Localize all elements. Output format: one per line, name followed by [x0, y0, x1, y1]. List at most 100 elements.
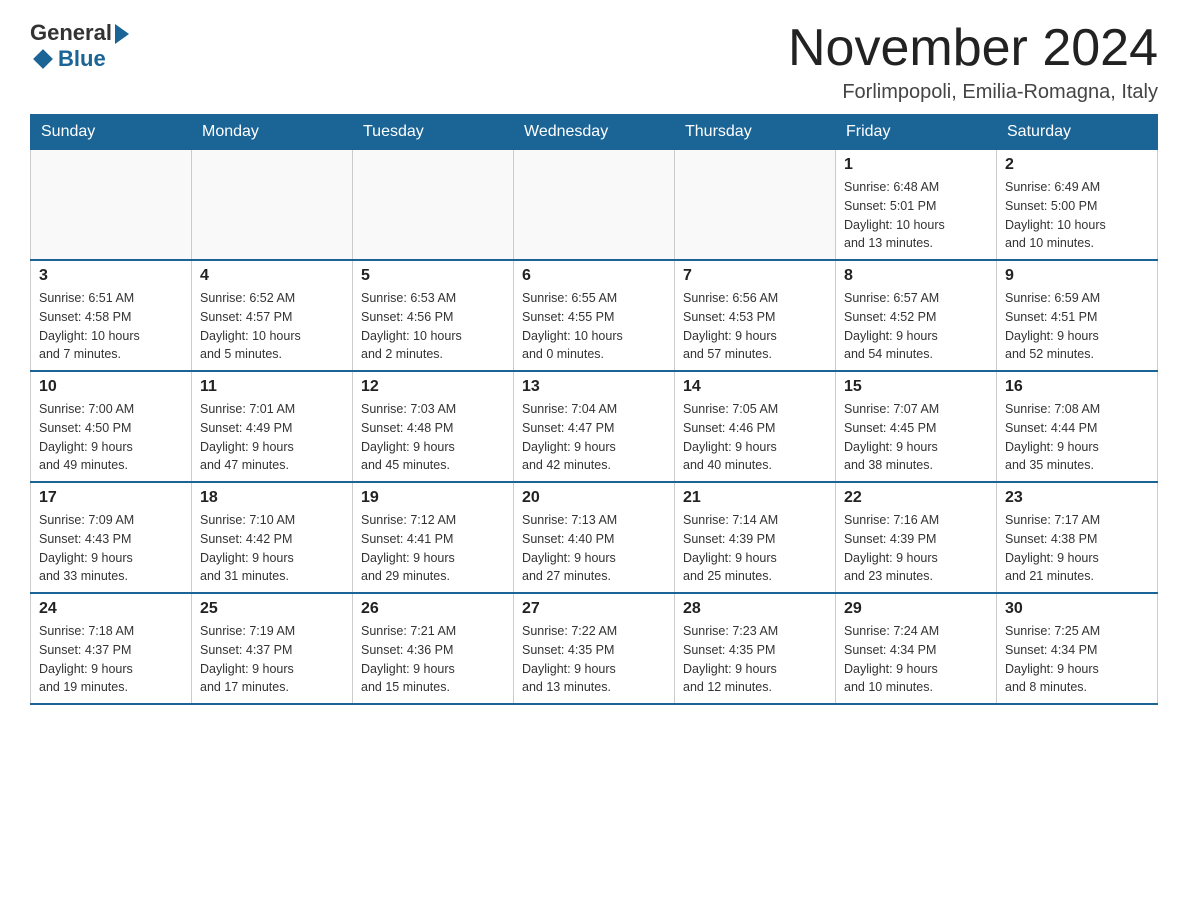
calendar-cell [192, 150, 353, 261]
header-friday: Friday [836, 115, 997, 150]
calendar-cell: 14 Sunrise: 7:05 AM Sunset: 4:46 PM Dayli… [675, 371, 836, 482]
calendar-cell: 21 Sunrise: 7:14 AM Sunset: 4:39 PM Dayli… [675, 482, 836, 593]
day-number: 28 [683, 600, 827, 618]
day-info: Sunrise: 7:09 AM Sunset: 4:43 PM Dayligh… [39, 511, 183, 586]
calendar-cell: 4 Sunrise: 6:52 AM Sunset: 4:57 PM Daylig… [192, 260, 353, 371]
day-number: 3 [39, 267, 183, 285]
calendar-cell [675, 150, 836, 261]
month-title: November 2024 [788, 20, 1158, 77]
day-number: 21 [683, 489, 827, 507]
calendar-cell: 20 Sunrise: 7:13 AM Sunset: 4:40 PM Dayli… [514, 482, 675, 593]
day-info: Sunrise: 7:01 AM Sunset: 4:49 PM Dayligh… [200, 400, 344, 475]
day-info: Sunrise: 7:05 AM Sunset: 4:46 PM Dayligh… [683, 400, 827, 475]
day-number: 14 [683, 378, 827, 396]
calendar-cell: 24 Sunrise: 7:18 AM Sunset: 4:37 PM Dayli… [31, 593, 192, 704]
day-info: Sunrise: 7:17 AM Sunset: 4:38 PM Dayligh… [1005, 511, 1149, 586]
calendar-header-row: SundayMondayTuesdayWednesdayThursdayFrid… [31, 115, 1158, 150]
calendar-cell: 11 Sunrise: 7:01 AM Sunset: 4:49 PM Dayli… [192, 371, 353, 482]
calendar-cell [353, 150, 514, 261]
calendar-cell: 8Sunrise: 6:57 AM Sunset: 4:52 PM Daylig… [836, 260, 997, 371]
calendar-cell [514, 150, 675, 261]
calendar-cell: 25 Sunrise: 7:19 AM Sunset: 4:37 PM Dayli… [192, 593, 353, 704]
day-number: 7 [683, 267, 827, 285]
calendar-cell: 13 Sunrise: 7:04 AM Sunset: 4:47 PM Dayli… [514, 371, 675, 482]
day-number: 4 [200, 267, 344, 285]
header-sunday: Sunday [31, 115, 192, 150]
day-number: 18 [200, 489, 344, 507]
calendar-week-row: 17Sunrise: 7:09 AM Sunset: 4:43 PM Dayli… [31, 482, 1158, 593]
calendar-cell: 18 Sunrise: 7:10 AM Sunset: 4:42 PM Dayli… [192, 482, 353, 593]
day-number: 24 [39, 600, 183, 618]
calendar-week-row: 1 Sunrise: 6:48 AM Sunset: 5:01 PM Daylig… [31, 150, 1158, 261]
calendar-cell: 9 Sunrise: 6:59 AM Sunset: 4:51 PM Daylig… [997, 260, 1158, 371]
calendar-week-row: 24 Sunrise: 7:18 AM Sunset: 4:37 PM Dayli… [31, 593, 1158, 704]
day-number: 11 [200, 378, 344, 396]
day-info: Sunrise: 7:08 AM Sunset: 4:44 PM Dayligh… [1005, 400, 1149, 475]
day-info: Sunrise: 7:12 AM Sunset: 4:41 PM Dayligh… [361, 511, 505, 586]
calendar-cell: 27Sunrise: 7:22 AM Sunset: 4:35 PM Dayli… [514, 593, 675, 704]
day-info: Sunrise: 7:04 AM Sunset: 4:47 PM Dayligh… [522, 400, 666, 475]
day-number: 12 [361, 378, 505, 396]
logo: General Blue [30, 20, 129, 72]
day-number: 13 [522, 378, 666, 396]
day-info: Sunrise: 6:56 AM Sunset: 4:53 PM Dayligh… [683, 289, 827, 364]
day-info: Sunrise: 7:00 AM Sunset: 4:50 PM Dayligh… [39, 400, 183, 475]
calendar-cell: 29Sunrise: 7:24 AM Sunset: 4:34 PM Dayli… [836, 593, 997, 704]
header-saturday: Saturday [997, 115, 1158, 150]
day-info: Sunrise: 6:55 AM Sunset: 4:55 PM Dayligh… [522, 289, 666, 364]
day-info: Sunrise: 7:25 AM Sunset: 4:34 PM Dayligh… [1005, 622, 1149, 697]
day-info: Sunrise: 7:14 AM Sunset: 4:39 PM Dayligh… [683, 511, 827, 586]
calendar-cell: 2Sunrise: 6:49 AM Sunset: 5:00 PM Daylig… [997, 150, 1158, 261]
calendar-cell: 3 Sunrise: 6:51 AM Sunset: 4:58 PM Daylig… [31, 260, 192, 371]
day-number: 1 [844, 156, 988, 174]
day-number: 23 [1005, 489, 1149, 507]
day-number: 22 [844, 489, 988, 507]
calendar-cell: 19Sunrise: 7:12 AM Sunset: 4:41 PM Dayli… [353, 482, 514, 593]
day-number: 20 [522, 489, 666, 507]
calendar-cell: 22 Sunrise: 7:16 AM Sunset: 4:39 PM Dayli… [836, 482, 997, 593]
calendar-cell: 16 Sunrise: 7:08 AM Sunset: 4:44 PM Dayli… [997, 371, 1158, 482]
header-thursday: Thursday [675, 115, 836, 150]
day-info: Sunrise: 6:51 AM Sunset: 4:58 PM Dayligh… [39, 289, 183, 364]
day-info: Sunrise: 7:18 AM Sunset: 4:37 PM Dayligh… [39, 622, 183, 697]
header-wednesday: Wednesday [514, 115, 675, 150]
calendar-cell: 7 Sunrise: 6:56 AM Sunset: 4:53 PM Daylig… [675, 260, 836, 371]
calendar-cell: 1 Sunrise: 6:48 AM Sunset: 5:01 PM Daylig… [836, 150, 997, 261]
day-number: 10 [39, 378, 183, 396]
day-number: 6 [522, 267, 666, 285]
logo-general-text: General [30, 20, 112, 46]
day-number: 26 [361, 600, 505, 618]
day-number: 15 [844, 378, 988, 396]
logo-blue-text: Blue [58, 46, 106, 72]
day-number: 5 [361, 267, 505, 285]
calendar-cell: 15 Sunrise: 7:07 AM Sunset: 4:45 PM Dayli… [836, 371, 997, 482]
header-tuesday: Tuesday [353, 115, 514, 150]
calendar-week-row: 3 Sunrise: 6:51 AM Sunset: 4:58 PM Daylig… [31, 260, 1158, 371]
day-number: 29 [844, 600, 988, 618]
day-info: Sunrise: 6:53 AM Sunset: 4:56 PM Dayligh… [361, 289, 505, 364]
day-number: 2 [1005, 156, 1149, 174]
day-info: Sunrise: 7:07 AM Sunset: 4:45 PM Dayligh… [844, 400, 988, 475]
day-info: Sunrise: 6:52 AM Sunset: 4:57 PM Dayligh… [200, 289, 344, 364]
day-number: 30 [1005, 600, 1149, 618]
day-info: Sunrise: 7:22 AM Sunset: 4:35 PM Dayligh… [522, 622, 666, 697]
day-info: Sunrise: 7:13 AM Sunset: 4:40 PM Dayligh… [522, 511, 666, 586]
calendar-cell: 6 Sunrise: 6:55 AM Sunset: 4:55 PM Daylig… [514, 260, 675, 371]
header-monday: Monday [192, 115, 353, 150]
day-info: Sunrise: 7:10 AM Sunset: 4:42 PM Dayligh… [200, 511, 344, 586]
day-number: 9 [1005, 267, 1149, 285]
day-info: Sunrise: 6:59 AM Sunset: 4:51 PM Dayligh… [1005, 289, 1149, 364]
calendar-cell: 26 Sunrise: 7:21 AM Sunset: 4:36 PM Dayli… [353, 593, 514, 704]
day-info: Sunrise: 7:16 AM Sunset: 4:39 PM Dayligh… [844, 511, 988, 586]
calendar-cell: 12Sunrise: 7:03 AM Sunset: 4:48 PM Dayli… [353, 371, 514, 482]
location-text: Forlimpopoli, Emilia-Romagna, Italy [788, 81, 1158, 104]
day-info: Sunrise: 6:48 AM Sunset: 5:01 PM Dayligh… [844, 178, 988, 253]
day-number: 16 [1005, 378, 1149, 396]
calendar-cell: 5 Sunrise: 6:53 AM Sunset: 4:56 PM Daylig… [353, 260, 514, 371]
calendar-cell: 28Sunrise: 7:23 AM Sunset: 4:35 PM Dayli… [675, 593, 836, 704]
day-number: 25 [200, 600, 344, 618]
day-info: Sunrise: 7:21 AM Sunset: 4:36 PM Dayligh… [361, 622, 505, 697]
day-info: Sunrise: 7:19 AM Sunset: 4:37 PM Dayligh… [200, 622, 344, 697]
title-block: November 2024 Forlimpopoli, Emilia-Romag… [788, 20, 1158, 104]
calendar-cell: 23 Sunrise: 7:17 AM Sunset: 4:38 PM Dayli… [997, 482, 1158, 593]
